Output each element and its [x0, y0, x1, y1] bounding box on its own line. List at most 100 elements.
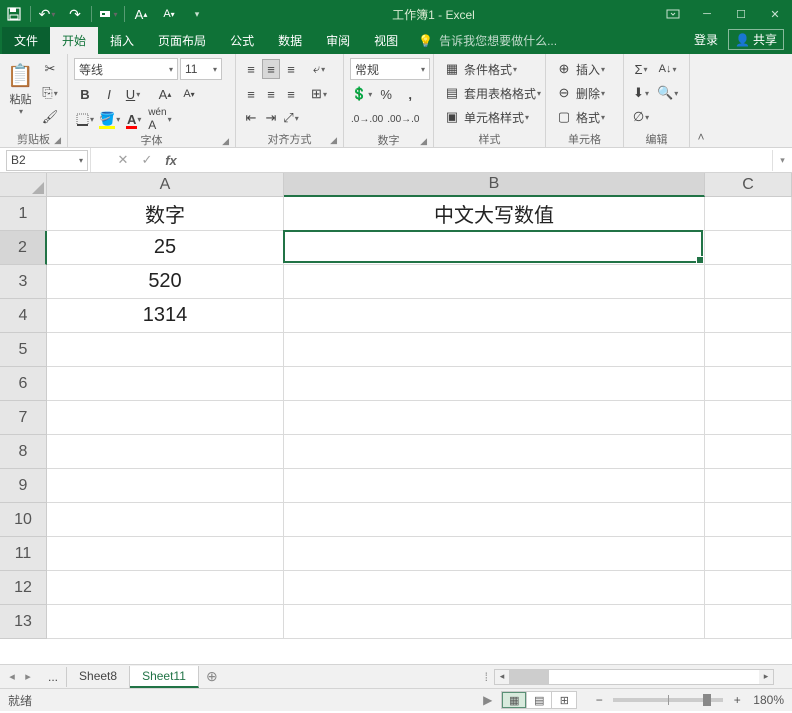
cell-C5[interactable]: [705, 333, 792, 367]
cell-B5[interactable]: [284, 333, 705, 367]
cell-C7[interactable]: [705, 401, 792, 435]
align-left-button[interactable]: ≡: [242, 84, 260, 104]
row-header-9[interactable]: 9: [0, 469, 47, 503]
copy-button[interactable]: ⎘▾: [39, 82, 61, 104]
dialog-launcher[interactable]: ◢: [54, 135, 61, 146]
font-increase-button[interactable]: A▴: [154, 83, 176, 105]
qat-customize[interactable]: ▾: [183, 0, 211, 28]
touch-mode-button[interactable]: ▾: [94, 0, 122, 28]
undo-button[interactable]: ↶▾: [33, 0, 61, 28]
row-header-8[interactable]: 8: [0, 435, 47, 469]
cell-A7[interactable]: [47, 401, 284, 435]
dialog-launcher[interactable]: ◢: [330, 135, 337, 146]
cancel-formula-button[interactable]: ✕: [111, 150, 135, 171]
sort-filter-button[interactable]: A↓▾: [656, 58, 679, 80]
fill-color-button[interactable]: 🪣▾: [98, 108, 121, 130]
cell-A12[interactable]: [47, 571, 284, 605]
format-cells-button[interactable]: ▢格式▾: [552, 106, 609, 128]
cell-C4[interactable]: [705, 299, 792, 333]
comma-button[interactable]: ,: [399, 83, 421, 105]
row-header-4[interactable]: 4: [0, 299, 47, 333]
dialog-launcher[interactable]: ◢: [222, 136, 229, 147]
font-name-combo[interactable]: 等线▾: [74, 58, 178, 80]
tab-review[interactable]: 审阅: [314, 27, 362, 54]
phonetic-button[interactable]: wénA▾: [147, 108, 172, 130]
decrease-decimal-button[interactable]: .00→.0: [386, 108, 420, 130]
cell-B8[interactable]: [284, 435, 705, 469]
cell-A3[interactable]: 520: [47, 265, 284, 299]
row-header-11[interactable]: 11: [0, 537, 47, 571]
enter-formula-button[interactable]: ✓: [135, 150, 159, 171]
align-bottom-button[interactable]: ≡: [282, 59, 300, 79]
font-decrease-button[interactable]: A▾: [178, 83, 200, 105]
cell-A10[interactable]: [47, 503, 284, 537]
insert-function-button[interactable]: fx: [159, 150, 183, 171]
autosum-button[interactable]: Σ▾: [630, 58, 652, 80]
formula-input[interactable]: [183, 150, 772, 171]
cell-C12[interactable]: [705, 571, 792, 605]
cell-A11[interactable]: [47, 537, 284, 571]
cell-C1[interactable]: [705, 197, 792, 231]
cell-B13[interactable]: [284, 605, 705, 639]
zoom-slider[interactable]: [613, 698, 723, 702]
cell-B3[interactable]: [284, 265, 705, 299]
close-button[interactable]: ✕: [758, 0, 792, 28]
row-header-5[interactable]: 5: [0, 333, 47, 367]
cell-C13[interactable]: [705, 605, 792, 639]
name-box[interactable]: B2▾: [6, 150, 88, 171]
redo-button[interactable]: ↷: [61, 0, 89, 28]
cell-A2[interactable]: 25: [47, 231, 284, 265]
cell-A6[interactable]: [47, 367, 284, 401]
cell-styles-button[interactable]: ▣单元格样式▾: [440, 106, 545, 128]
cell-B9[interactable]: [284, 469, 705, 503]
row-header-2[interactable]: 2: [0, 231, 47, 265]
row-header-10[interactable]: 10: [0, 503, 47, 537]
split-handle[interactable]: ⁞: [485, 670, 488, 684]
cell-A9[interactable]: [47, 469, 284, 503]
align-center-button[interactable]: ≡: [262, 84, 280, 104]
cell-A1[interactable]: 数字: [47, 197, 284, 231]
horizontal-scrollbar[interactable]: ◂ ▸: [494, 669, 774, 685]
column-header-C[interactable]: C: [705, 173, 792, 197]
maximize-button[interactable]: ☐: [724, 0, 758, 28]
sheet-tab-Sheet8[interactable]: Sheet8: [67, 666, 130, 688]
cell-C9[interactable]: [705, 469, 792, 503]
scroll-right-button[interactable]: ▸: [759, 670, 773, 684]
zoom-in-button[interactable]: +: [729, 693, 745, 707]
cell-C8[interactable]: [705, 435, 792, 469]
cell-C10[interactable]: [705, 503, 792, 537]
tell-me[interactable]: 💡告诉我您想要做什么...: [410, 28, 686, 54]
indent-increase-button[interactable]: ⇥: [262, 108, 280, 128]
tab-insert[interactable]: 插入: [98, 27, 146, 54]
cell-B12[interactable]: [284, 571, 705, 605]
indent-decrease-button[interactable]: ⇤: [242, 108, 260, 128]
sheet-nav[interactable]: ◂▸: [0, 670, 40, 683]
accounting-button[interactable]: 💲▾: [350, 83, 373, 105]
format-as-table-button[interactable]: ▤套用表格格式▾: [440, 82, 545, 104]
login-button[interactable]: 登录: [694, 31, 718, 48]
merge-button[interactable]: ⊞▾: [308, 83, 330, 105]
wrap-text-button[interactable]: ⤶▾: [308, 58, 330, 80]
cell-B4[interactable]: [284, 299, 705, 333]
macro-record-icon[interactable]: ▶: [483, 693, 492, 707]
orientation-button[interactable]: ⤢▾: [282, 108, 300, 128]
conditional-format-button[interactable]: ▦条件格式▾: [440, 58, 545, 80]
row-header-7[interactable]: 7: [0, 401, 47, 435]
column-header-B[interactable]: B: [284, 173, 705, 197]
save-button[interactable]: [0, 0, 28, 28]
sheet-tab-Sheet11[interactable]: Sheet11: [130, 666, 199, 688]
row-header-12[interactable]: 12: [0, 571, 47, 605]
page-break-view-button[interactable]: ⊞: [551, 691, 577, 709]
row-header-3[interactable]: 3: [0, 265, 47, 299]
bold-button[interactable]: B: [74, 83, 96, 105]
share-button[interactable]: 👤共享: [728, 29, 784, 50]
cell-A5[interactable]: [47, 333, 284, 367]
cell-C6[interactable]: [705, 367, 792, 401]
cell-B7[interactable]: [284, 401, 705, 435]
zoom-out-button[interactable]: −: [591, 693, 607, 707]
font-size-combo[interactable]: 11▾: [180, 58, 222, 80]
tab-layout[interactable]: 页面布局: [146, 27, 218, 54]
cell-A4[interactable]: 1314: [47, 299, 284, 333]
cell-B11[interactable]: [284, 537, 705, 571]
tab-file[interactable]: 文件: [2, 27, 50, 54]
